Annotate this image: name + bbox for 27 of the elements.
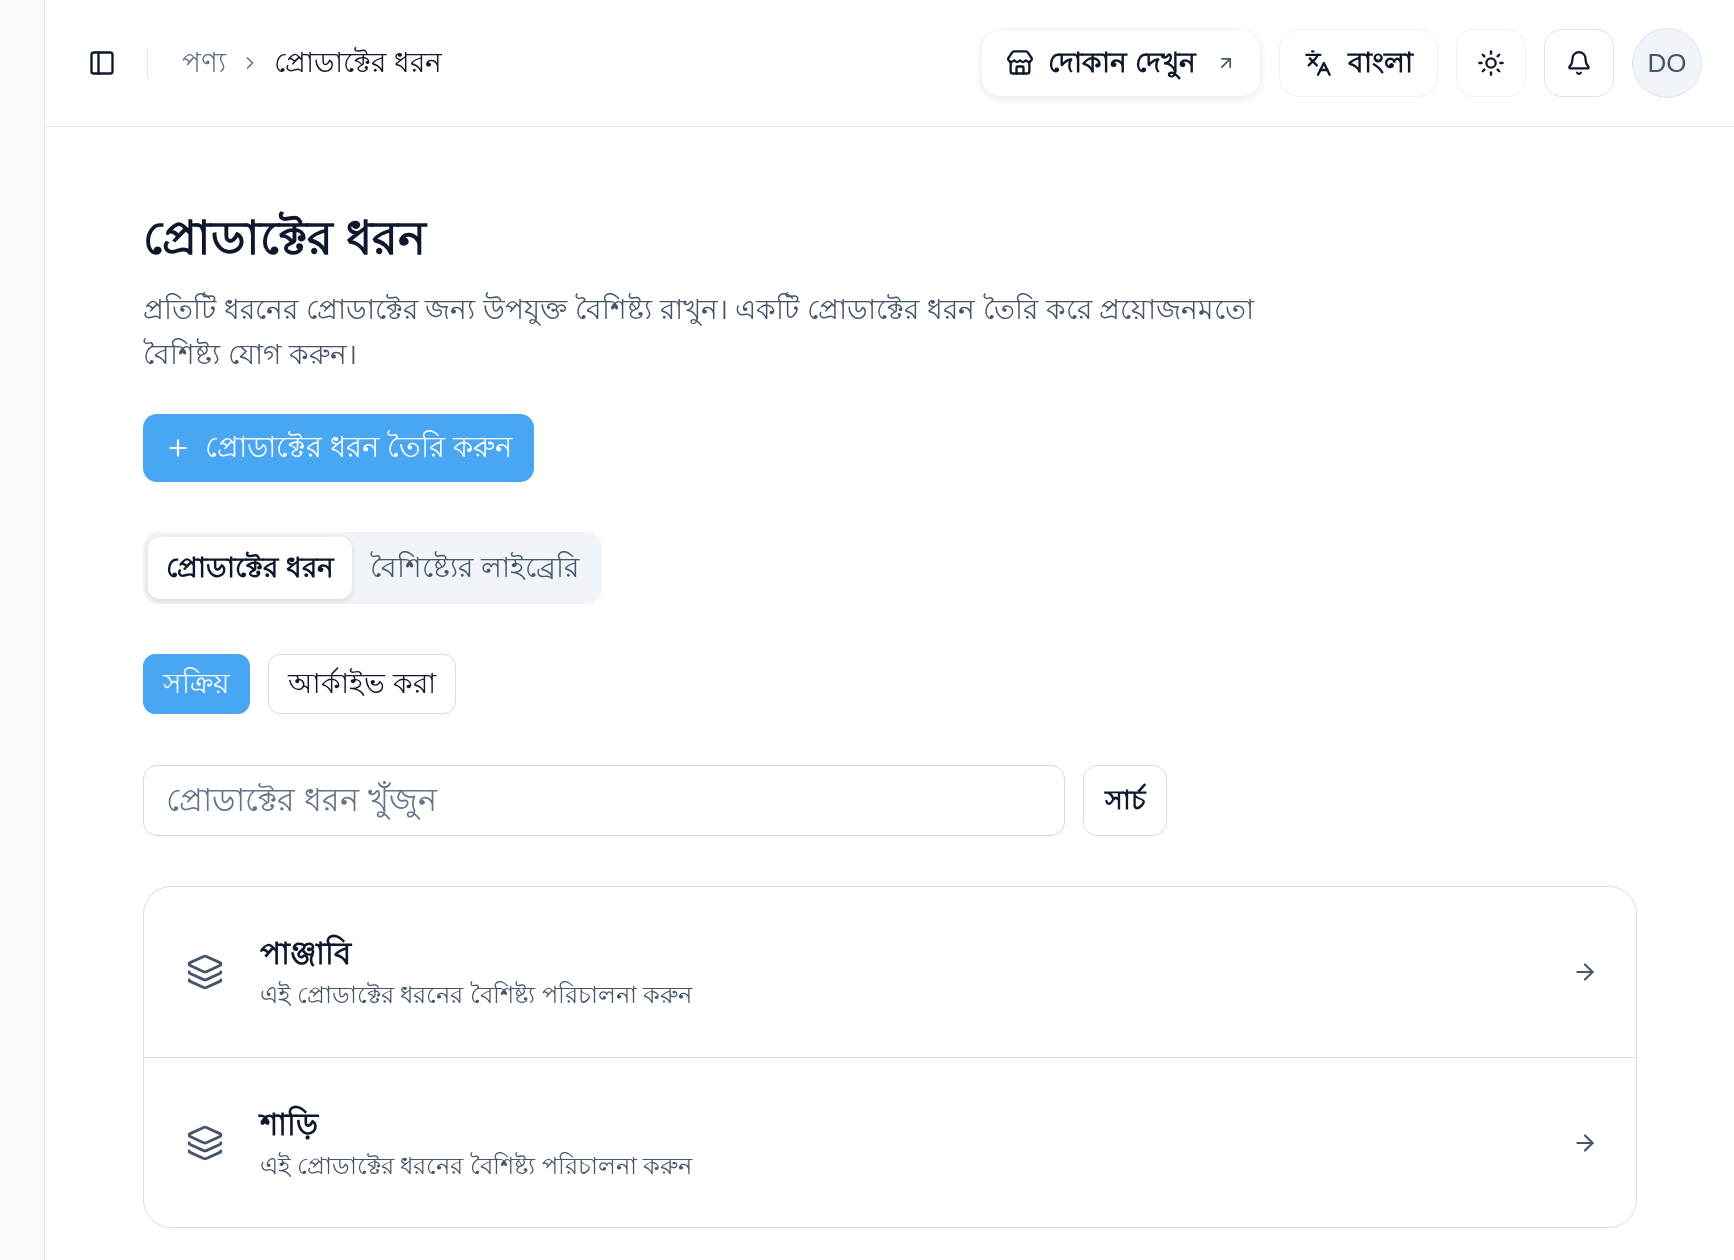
breadcrumb-current: প্রোডাক্টের ধরন [274, 46, 442, 80]
tab[interactable]: প্রোডাক্টের ধরন [148, 537, 352, 599]
layers-icon [186, 1123, 224, 1162]
theme-toggle-button[interactable] [1456, 29, 1526, 97]
search-button[interactable]: সার্চ [1083, 765, 1167, 836]
product-type-name: পাঞ্জাবি [260, 933, 354, 973]
bell-icon [1566, 50, 1592, 76]
product-type-row[interactable]: পাঞ্জাবি এই প্রোডাক্টের ধরনের বৈশিষ্ট্য পরিচালনা করুন [144, 887, 1636, 1057]
page-title: প্রোডাক্টের ধরন [143, 210, 427, 266]
search-field[interactable]: প্রোডাক্টের ধরন খুঁজুন [143, 765, 1065, 836]
breadcrumb-link[interactable]: পণ্য [182, 42, 226, 84]
page-description: প্রতিটি ধরনের প্রোডাক্টের জন্য উপযুক্ত বৈশিষ্ট্য রাখুন। একটি প্রোডাক্টের ধরন তৈরি করে প্রয়োজনমতো বৈশিষ্ট্য যোগ করুন। [143, 291, 1256, 372]
filter-button[interactable]: আর্কাইভ করা [268, 654, 456, 714]
language-button[interactable]: বাংলা [1279, 29, 1438, 97]
notifications-button[interactable] [1544, 29, 1614, 97]
layers-icon [186, 953, 224, 991]
translate-icon [1304, 49, 1332, 77]
sidebar-toggle-icon [88, 49, 116, 77]
product-type-name: শাড়ি [260, 1104, 320, 1144]
store-icon [1006, 49, 1035, 77]
user-avatar[interactable]: DO [1632, 28, 1702, 98]
product-type-description: এই প্রোডাক্টের ধরনের বৈশিষ্ট্য পরিচালনা করুন [260, 1150, 693, 1181]
sun-icon [1477, 49, 1505, 77]
product-type-row[interactable]: শাড়ি এই প্রোডাক্টের ধরনের বৈশিষ্ট্য পরিচালনা করুন [144, 1057, 1636, 1227]
tab[interactable]: বৈশিষ্ট্যের লাইব্রেরি [351, 537, 597, 599]
product-type-description: এই প্রোডাক্টের ধরনের বৈশিষ্ট্য পরিচালনা করুন [260, 980, 693, 1010]
view-store-button[interactable]: দোকান দেখুন [981, 29, 1261, 97]
